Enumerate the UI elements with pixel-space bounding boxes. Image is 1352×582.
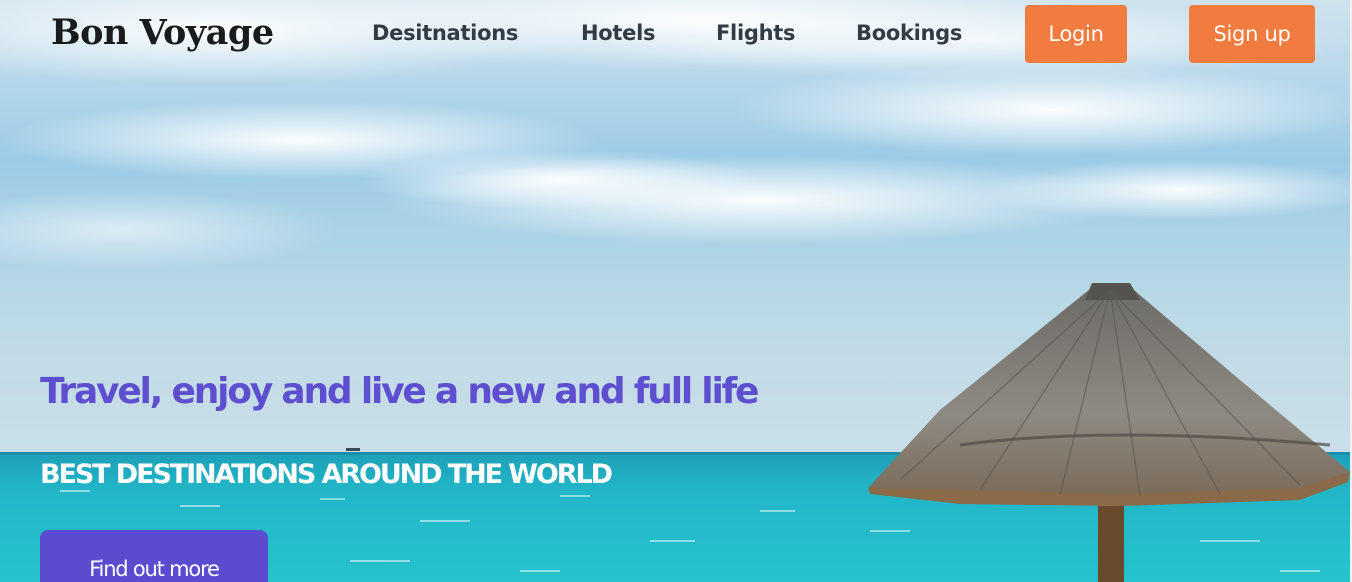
nav-link-destinations[interactable]: Desitnations <box>372 19 518 47</box>
find-out-more-button[interactable]: Find out more <box>40 530 268 582</box>
hero-subheading: BEST DESTINATIONS AROUND THE WORLD <box>40 459 613 490</box>
nav-link-flights[interactable]: Flights <box>716 19 795 47</box>
beach-background-image <box>0 0 1352 582</box>
nav-link-hotels[interactable]: Hotels <box>581 19 655 47</box>
login-button[interactable]: Login <box>1025 5 1127 63</box>
nav-link-bookings[interactable]: Bookings <box>856 19 962 47</box>
hero-section <box>0 0 1352 582</box>
signup-button[interactable]: Sign up <box>1189 5 1315 63</box>
brand-logo[interactable]: Bon Voyage <box>51 9 274 57</box>
hero-tagline: Travel, enjoy and live a new and full li… <box>40 371 759 412</box>
